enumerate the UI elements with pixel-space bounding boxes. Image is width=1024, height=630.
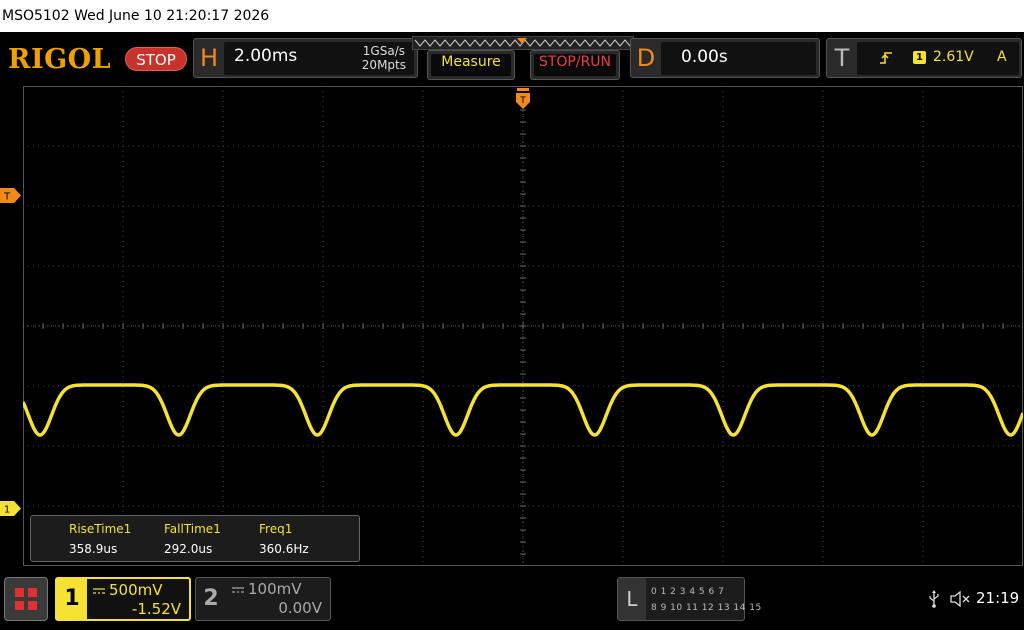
channel-2-scale: 100mV	[248, 580, 302, 598]
delay-value: 0.00s	[681, 47, 728, 67]
trigger-level: 2.61V	[933, 49, 974, 65]
channel-2-panel[interactable]: 2 100mV 0.00V	[195, 577, 331, 621]
logic-channels-row-1: 0 1 2 3 4 5 6 7	[651, 587, 725, 597]
dc-coupling-icon	[93, 588, 105, 594]
logic-channels-row-2: 8 9 10 11 12 13 14 15	[651, 603, 762, 613]
trigger-level-marker[interactable]: T	[0, 188, 22, 203]
grid-square-icon	[28, 601, 37, 610]
measurement-item: Freq1 360.6Hz	[259, 522, 309, 556]
rising-edge-icon	[880, 52, 892, 64]
stop-run-label: STOP/RUN	[538, 54, 612, 70]
dc-coupling-icon	[232, 587, 244, 593]
grid-square-icon	[15, 588, 24, 597]
trigger-panel[interactable]: T 1 2.61V A	[826, 38, 1022, 78]
measurement-value: 292.0us	[164, 542, 213, 556]
channel-2-offset: 0.00V	[278, 599, 322, 617]
channel-1-offset: -1.52V	[131, 600, 181, 618]
usb-icon	[929, 590, 939, 608]
title-bar: MSO5102 Wed June 10 21:20:17 2026	[0, 0, 1024, 32]
run-status-button[interactable]: STOP	[125, 47, 187, 71]
bottom-bar: 1 500mV -1.52V 2 100mV 0.00V L 0 1 2 3 4…	[0, 568, 1024, 630]
horizontal-panel[interactable]: H 2.00ms 1GSa/s 20Mpts	[193, 38, 418, 78]
grid-square-icon	[15, 601, 24, 610]
measurement-item: FallTime1 292.0us	[164, 522, 221, 556]
channel-1-number: 1	[57, 579, 87, 619]
channel-2-number: 2	[203, 586, 219, 611]
trigger-mode: A	[997, 49, 1007, 65]
measurement-name: Freq1	[259, 522, 293, 536]
measurement-name: RiseTime1	[69, 522, 132, 536]
logic-channels-panel[interactable]: L 0 1 2 3 4 5 6 7 8 9 10 11 12 13 14 15	[617, 577, 761, 621]
trigger-source-badge: 1	[913, 51, 926, 64]
channel1-marker-label: 1	[4, 505, 10, 516]
rigol-logo: RIGOL	[8, 44, 112, 75]
grid-square-icon	[28, 588, 37, 597]
trigger-letter: T	[834, 44, 850, 72]
measurement-name: FallTime1	[164, 522, 221, 536]
measurement-item: RiseTime1 358.9us	[69, 522, 131, 556]
trigger-position-strip[interactable]	[412, 36, 634, 50]
top-toolbar: RIGOL STOP H 2.00ms 1GSa/s 20Mpts Measur…	[0, 32, 1024, 84]
horizontal-letter: H	[199, 44, 219, 72]
memory-depth: 20Mpts	[361, 58, 406, 72]
speaker-muted-icon[interactable]	[950, 591, 972, 607]
waveform-display[interactable]	[23, 86, 1023, 566]
channel-1-panel[interactable]: 1 500mV -1.52V	[55, 577, 191, 621]
measure-button[interactable]: Measure	[427, 50, 515, 80]
channel-1-scale: 500mV	[109, 581, 163, 599]
measure-label: Measure	[441, 54, 501, 70]
delay-panel[interactable]: D 0.00s	[630, 38, 820, 78]
stop-run-button[interactable]: STOP/RUN	[530, 50, 620, 80]
trigger-marker-label: T	[3, 192, 11, 203]
measurement-value: 358.9us	[69, 542, 118, 556]
measurement-panel[interactable]: RiseTime1 358.9us FallTime1 292.0us Freq…	[30, 515, 360, 562]
logic-letter: L	[618, 578, 646, 620]
sample-rate: 1GSa/s	[362, 44, 405, 58]
timebase-value: 2.00ms	[234, 46, 298, 66]
trigger-position-marker[interactable]: T	[514, 88, 532, 110]
home-menu-button[interactable]	[4, 577, 48, 621]
measurement-value: 360.6Hz	[259, 542, 309, 556]
graticule	[23, 86, 1023, 566]
delay-letter: D	[636, 44, 656, 72]
trigger-position-label: T	[519, 96, 526, 106]
sample-info: 1GSa/s 20Mpts	[362, 44, 406, 72]
channel1-ground-marker[interactable]: 1	[0, 501, 22, 516]
status-clock: 21:19	[976, 589, 1020, 607]
